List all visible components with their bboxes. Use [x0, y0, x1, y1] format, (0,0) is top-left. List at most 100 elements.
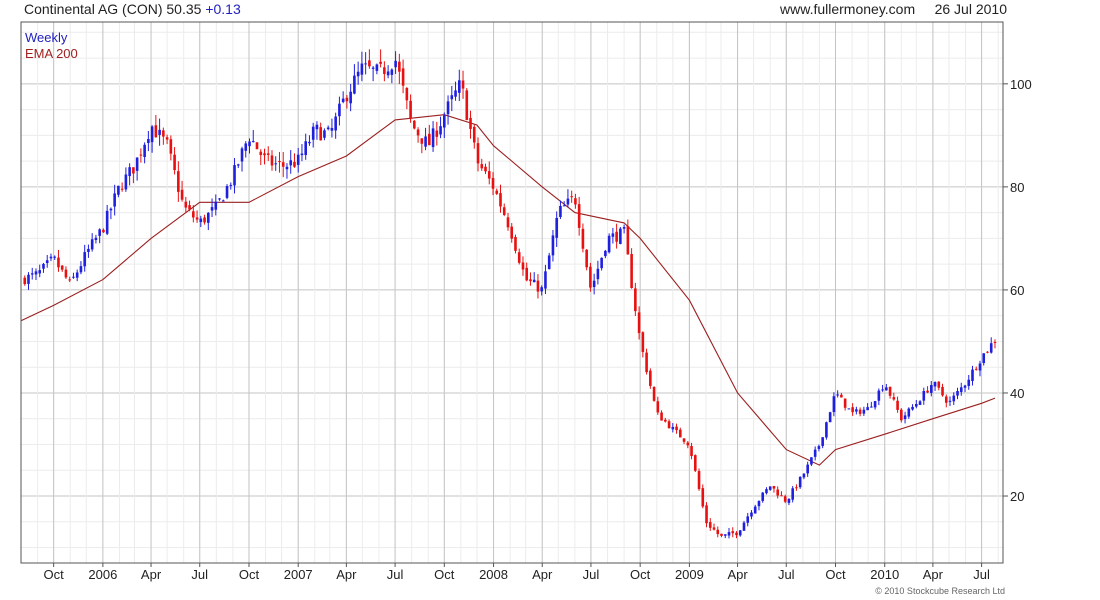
x-tick-label: 2010	[870, 567, 899, 582]
candle	[386, 65, 390, 79]
candle-body	[72, 276, 75, 278]
candle	[390, 68, 394, 84]
candle-body	[840, 394, 843, 398]
candle	[903, 411, 907, 424]
candle-body	[326, 127, 330, 130]
candle-body	[783, 496, 787, 502]
candle-body	[386, 71, 390, 76]
candle-body	[813, 449, 817, 457]
candle-body	[791, 488, 794, 500]
candle	[971, 365, 974, 386]
candle	[472, 124, 476, 149]
candle	[761, 491, 765, 503]
candle-body	[27, 274, 30, 284]
candle-body	[922, 390, 926, 401]
candle	[529, 272, 532, 286]
candle-body	[885, 387, 888, 391]
candle-body	[619, 228, 622, 244]
x-tick-label: 2006	[88, 567, 117, 582]
candle-body	[888, 386, 892, 396]
candle-body	[817, 446, 821, 449]
candle-body	[495, 190, 499, 194]
candle	[454, 81, 457, 101]
candle-body	[274, 163, 278, 165]
candle-body	[87, 248, 90, 253]
candle	[79, 261, 83, 275]
candle	[424, 127, 427, 151]
candle-body	[218, 198, 221, 200]
candle	[184, 196, 188, 213]
candle	[858, 407, 862, 417]
candle-body	[398, 61, 401, 72]
candle-body	[221, 200, 225, 202]
candle-body	[911, 406, 914, 410]
candle	[885, 384, 888, 391]
candle-body	[180, 189, 184, 200]
candle	[607, 233, 611, 254]
candle	[581, 223, 585, 253]
candle-body	[641, 332, 645, 353]
candle	[375, 63, 379, 75]
grid	[20, 22, 1003, 563]
candle-body	[723, 534, 727, 536]
candle	[551, 230, 555, 262]
candle-body	[559, 205, 562, 217]
candle-body	[413, 120, 416, 129]
y-tick-label: 40	[1010, 386, 1024, 401]
candle	[203, 214, 206, 225]
candle-body	[555, 217, 558, 238]
candle-body	[637, 312, 641, 334]
candle-body	[870, 406, 873, 408]
candle-body	[165, 137, 169, 140]
candle-body	[776, 489, 780, 496]
x-tick-label: Oct	[239, 567, 260, 582]
candle-body	[416, 129, 420, 136]
candle	[577, 196, 581, 236]
candle-body	[60, 265, 64, 270]
candle	[982, 353, 986, 366]
candle	[536, 274, 540, 299]
candle	[300, 144, 304, 162]
y-tick-label: 60	[1010, 283, 1024, 298]
x-tick-label: Apr	[532, 567, 553, 582]
candle-body	[978, 363, 982, 371]
candle-body	[45, 260, 49, 264]
candle	[840, 392, 843, 398]
candle	[180, 180, 184, 202]
candle-body	[686, 442, 690, 446]
candle-body	[259, 151, 263, 155]
candle	[798, 476, 802, 489]
y-tick-label: 100	[1010, 77, 1032, 92]
candle	[266, 146, 270, 162]
candle-body	[293, 161, 296, 167]
candle	[937, 381, 941, 391]
x-tick-label: Jul	[778, 567, 795, 582]
candle-body	[967, 379, 971, 386]
candle-body	[49, 256, 53, 259]
candle	[326, 125, 330, 131]
candle	[296, 147, 300, 173]
candle-body	[529, 279, 532, 282]
candle-body	[926, 390, 929, 393]
candle-body	[105, 210, 109, 234]
candle	[169, 135, 173, 161]
candle	[660, 410, 663, 421]
candle	[75, 269, 79, 282]
candle	[881, 384, 884, 392]
candle	[278, 152, 281, 173]
candle-body	[323, 130, 326, 138]
candle	[465, 88, 469, 121]
candle-body	[281, 162, 285, 167]
candle	[907, 407, 911, 419]
candle-body	[843, 398, 847, 408]
candle-body	[896, 400, 899, 410]
candle	[679, 427, 682, 438]
candle	[795, 484, 798, 491]
candle-body	[544, 271, 547, 289]
candle	[855, 406, 858, 415]
candle-body	[390, 69, 394, 75]
candle-body	[634, 288, 637, 312]
candle	[38, 264, 42, 278]
candle-body	[457, 80, 461, 93]
candle	[986, 351, 989, 354]
